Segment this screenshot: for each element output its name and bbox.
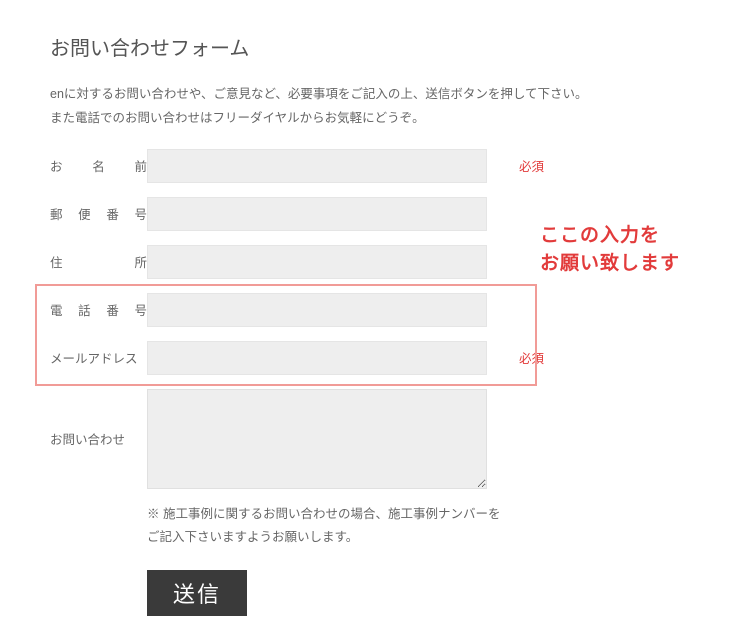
required-name: 必須	[519, 156, 544, 175]
required-email: 必須	[519, 348, 544, 367]
input-email[interactable]	[147, 341, 487, 375]
label-address: 住所	[50, 252, 147, 271]
note-line1: ※ 施工事例に関するお問い合わせの場合、施工事例ナンバーを	[147, 507, 500, 521]
input-postal[interactable]	[147, 197, 487, 231]
input-address[interactable]	[147, 245, 487, 279]
page-title: お問い合わせフォーム	[50, 32, 690, 61]
row-phone: 電話番号	[50, 293, 690, 327]
input-name[interactable]	[147, 149, 487, 183]
label-postal: 郵便番号	[50, 204, 147, 223]
input-phone[interactable]	[147, 293, 487, 327]
annotation-line2: お願い致します	[540, 253, 680, 274]
row-name: お名前 必須	[50, 149, 690, 183]
label-inquiry: お問い合わせ	[50, 429, 147, 448]
label-phone: 電話番号	[50, 300, 147, 319]
note-text: ※ 施工事例に関するお問い合わせの場合、施工事例ナンバーを ご記入下さいますよう…	[147, 503, 690, 551]
annotation-text: ここの入力を お願い致します	[540, 222, 680, 277]
intro-line1: enに対するお問い合わせや、ご意見など、必要事項をご記入の上、送信ボタンを押して…	[50, 87, 588, 101]
label-email: メールアドレス	[50, 348, 147, 367]
input-inquiry[interactable]	[147, 389, 487, 489]
row-email: メールアドレス 必須	[50, 341, 690, 375]
intro-line2: また電話でのお問い合わせはフリーダイヤルからお気軽にどうぞ。	[50, 111, 425, 125]
row-inquiry: お問い合わせ	[50, 389, 690, 489]
annotation-line1: ここの入力を	[540, 225, 660, 246]
note-line2: ご記入下さいますようお願いします。	[147, 530, 358, 544]
label-name: お名前	[50, 156, 147, 175]
submit-button[interactable]: 送信	[147, 570, 247, 616]
intro-text: enに対するお問い合わせや、ご意見など、必要事項をご記入の上、送信ボタンを押して…	[50, 83, 690, 131]
